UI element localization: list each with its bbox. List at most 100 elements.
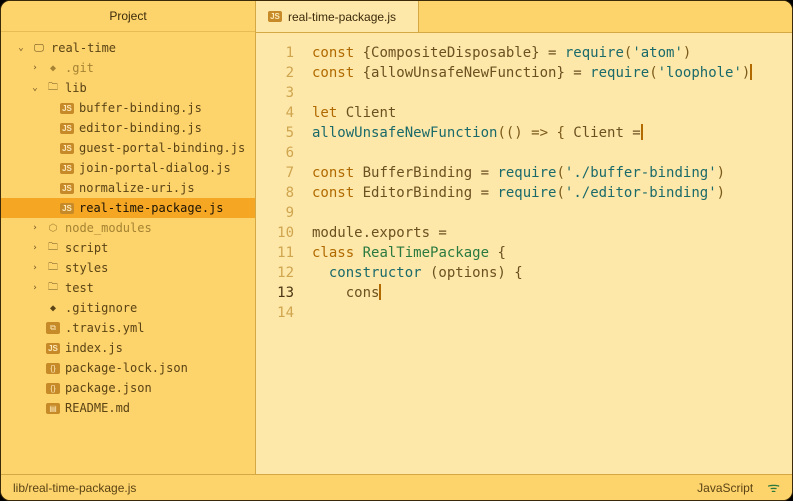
tree-item-label: .travis.yml bbox=[65, 321, 144, 335]
token: require bbox=[497, 185, 556, 201]
package-icon: ⬡ bbox=[45, 220, 61, 236]
code-line[interactable]: class RealTimePackage { bbox=[312, 243, 792, 263]
token: {allowUnsafeNewFunction} = bbox=[354, 65, 590, 81]
yaml-icon: ⧉ bbox=[45, 320, 61, 336]
code-line[interactable]: module.exports = bbox=[312, 223, 792, 243]
tab-active[interactable]: JS real-time-package.js bbox=[256, 1, 419, 32]
status-bar: lib/real-time-package.js JavaScript ᯤ bbox=[1, 474, 792, 500]
line-number: 9 bbox=[256, 203, 294, 223]
js-icon: JS bbox=[59, 160, 75, 176]
code-editor[interactable]: 1234567891011121314 const {CompositeDisp… bbox=[256, 33, 792, 474]
code-line[interactable] bbox=[312, 203, 792, 223]
editor-window: Project ⌄🖵real-time›◆.git⌄🗀libJSbuffer-b… bbox=[0, 0, 793, 501]
tree-item[interactable]: ⌄ 🗀 lib bbox=[1, 78, 255, 98]
code-line[interactable]: const {CompositeDisposable} = require('a… bbox=[312, 43, 792, 63]
folder-icon: 🗀 bbox=[45, 80, 61, 96]
chevron-down-icon[interactable]: ⌄ bbox=[15, 43, 27, 53]
code-area[interactable]: const {CompositeDisposable} = require('a… bbox=[312, 43, 792, 464]
token bbox=[312, 265, 329, 281]
chevron-down-icon[interactable]: ⌄ bbox=[29, 83, 41, 93]
token: class bbox=[312, 245, 354, 261]
tree-item[interactable]: JSindex.js bbox=[1, 338, 255, 358]
main-area: Project ⌄🖵real-time›◆.git⌄🗀libJSbuffer-b… bbox=[1, 1, 792, 474]
token: const bbox=[312, 185, 354, 201]
code-line[interactable] bbox=[312, 303, 792, 323]
token: const bbox=[312, 165, 354, 181]
folder-icon: 🗀 bbox=[45, 280, 61, 296]
code-line[interactable] bbox=[312, 83, 792, 103]
chevron-right-icon[interactable]: › bbox=[29, 223, 41, 233]
tree-item[interactable]: JSbuffer-binding.js bbox=[1, 98, 255, 118]
tree-item[interactable]: › ⬡ node_modules bbox=[1, 218, 255, 238]
tab-spacer bbox=[419, 1, 792, 32]
token: const bbox=[312, 65, 354, 81]
token: ) bbox=[717, 185, 725, 201]
tree-item-label: guest-portal-binding.js bbox=[79, 141, 245, 155]
tree-item-label: styles bbox=[65, 261, 108, 275]
code-line[interactable]: allowUnsafeNewFunction(() => { Client = bbox=[312, 123, 792, 143]
tree-item[interactable]: ⧉ .travis.yml bbox=[1, 318, 255, 338]
token: './buffer-binding' bbox=[565, 165, 717, 181]
json-icon: {} bbox=[45, 380, 61, 396]
tree-item[interactable]: › 🗀 test bbox=[1, 278, 255, 298]
json-icon: {} bbox=[45, 360, 61, 376]
chevron-right-icon[interactable]: › bbox=[29, 63, 41, 73]
cursor bbox=[750, 64, 752, 80]
code-line[interactable]: let Client bbox=[312, 103, 792, 123]
tree-item-label: real-time bbox=[51, 41, 116, 55]
tree-item[interactable]: JSreal-time-package.js bbox=[1, 198, 255, 218]
tree-item[interactable]: JSeditor-binding.js bbox=[1, 118, 255, 138]
editor-pane: JS real-time-package.js 1234567891011121… bbox=[256, 1, 792, 474]
tab-bar: JS real-time-package.js bbox=[256, 1, 792, 33]
tree-item-label: package-lock.json bbox=[65, 361, 188, 375]
git-icon: ◆ bbox=[45, 300, 61, 316]
tree-item[interactable]: ▤ README.md bbox=[1, 398, 255, 418]
tree-item[interactable]: JSjoin-portal-dialog.js bbox=[1, 158, 255, 178]
tree-item[interactable]: ›🗀script bbox=[1, 238, 255, 258]
tree-item[interactable]: {} package-lock.json bbox=[1, 358, 255, 378]
js-icon: JS bbox=[59, 100, 75, 116]
token: { bbox=[489, 245, 506, 261]
token: constructor bbox=[329, 265, 422, 281]
file-tree[interactable]: ⌄🖵real-time›◆.git ⌄ 🗀 lib JSbuffer-binding.j… bbox=[1, 32, 255, 474]
token: RealTimePackage bbox=[363, 245, 489, 261]
token: Client = bbox=[573, 125, 640, 141]
code-line[interactable]: cons bbox=[312, 283, 792, 303]
tree-item-label: README.md bbox=[65, 401, 130, 415]
code-line[interactable]: const EditorBinding = require('./editor-… bbox=[312, 183, 792, 203]
tree-item[interactable]: ◆.gitignore bbox=[1, 298, 255, 318]
token: module.exports = bbox=[312, 225, 447, 241]
code-line[interactable] bbox=[312, 143, 792, 163]
token: cons bbox=[312, 285, 379, 301]
token: 'loophole' bbox=[658, 65, 742, 81]
js-icon: JS bbox=[59, 140, 75, 156]
line-number: 2 bbox=[256, 63, 294, 83]
code-line[interactable]: const BufferBinding = require('./buffer-… bbox=[312, 163, 792, 183]
tree-item-label: node_modules bbox=[65, 221, 152, 235]
telemetry-icon[interactable]: ᯤ bbox=[767, 478, 780, 497]
line-number: 8 bbox=[256, 183, 294, 203]
token: require bbox=[590, 65, 649, 81]
token: let bbox=[312, 105, 337, 121]
code-line[interactable]: const {allowUnsafeNewFunction} = require… bbox=[312, 63, 792, 83]
markdown-icon: ▤ bbox=[45, 400, 61, 416]
tree-item[interactable]: {}package.json bbox=[1, 378, 255, 398]
tree-item[interactable]: ›◆.git bbox=[1, 58, 255, 78]
chevron-right-icon[interactable]: › bbox=[29, 243, 41, 253]
tree-item[interactable]: JSnormalize-uri.js bbox=[1, 178, 255, 198]
tree-item[interactable]: ›🗀styles bbox=[1, 258, 255, 278]
chevron-right-icon[interactable]: › bbox=[29, 283, 41, 293]
code-line[interactable]: constructor (options) { bbox=[312, 263, 792, 283]
token: BufferBinding = bbox=[354, 165, 497, 181]
chevron-right-icon[interactable]: › bbox=[29, 263, 41, 273]
line-number: 5 bbox=[256, 123, 294, 143]
tree-item[interactable]: JS guest-portal-binding.js bbox=[1, 138, 255, 158]
tree-root[interactable]: ⌄🖵real-time bbox=[1, 38, 255, 58]
tree-item-label: test bbox=[65, 281, 94, 295]
js-icon: JS bbox=[45, 340, 61, 356]
tree-item-label: lib bbox=[65, 81, 87, 95]
line-number: 12 bbox=[256, 263, 294, 283]
token: (() => { bbox=[497, 125, 573, 141]
status-language[interactable]: JavaScript bbox=[697, 481, 753, 495]
token: ( bbox=[556, 185, 564, 201]
